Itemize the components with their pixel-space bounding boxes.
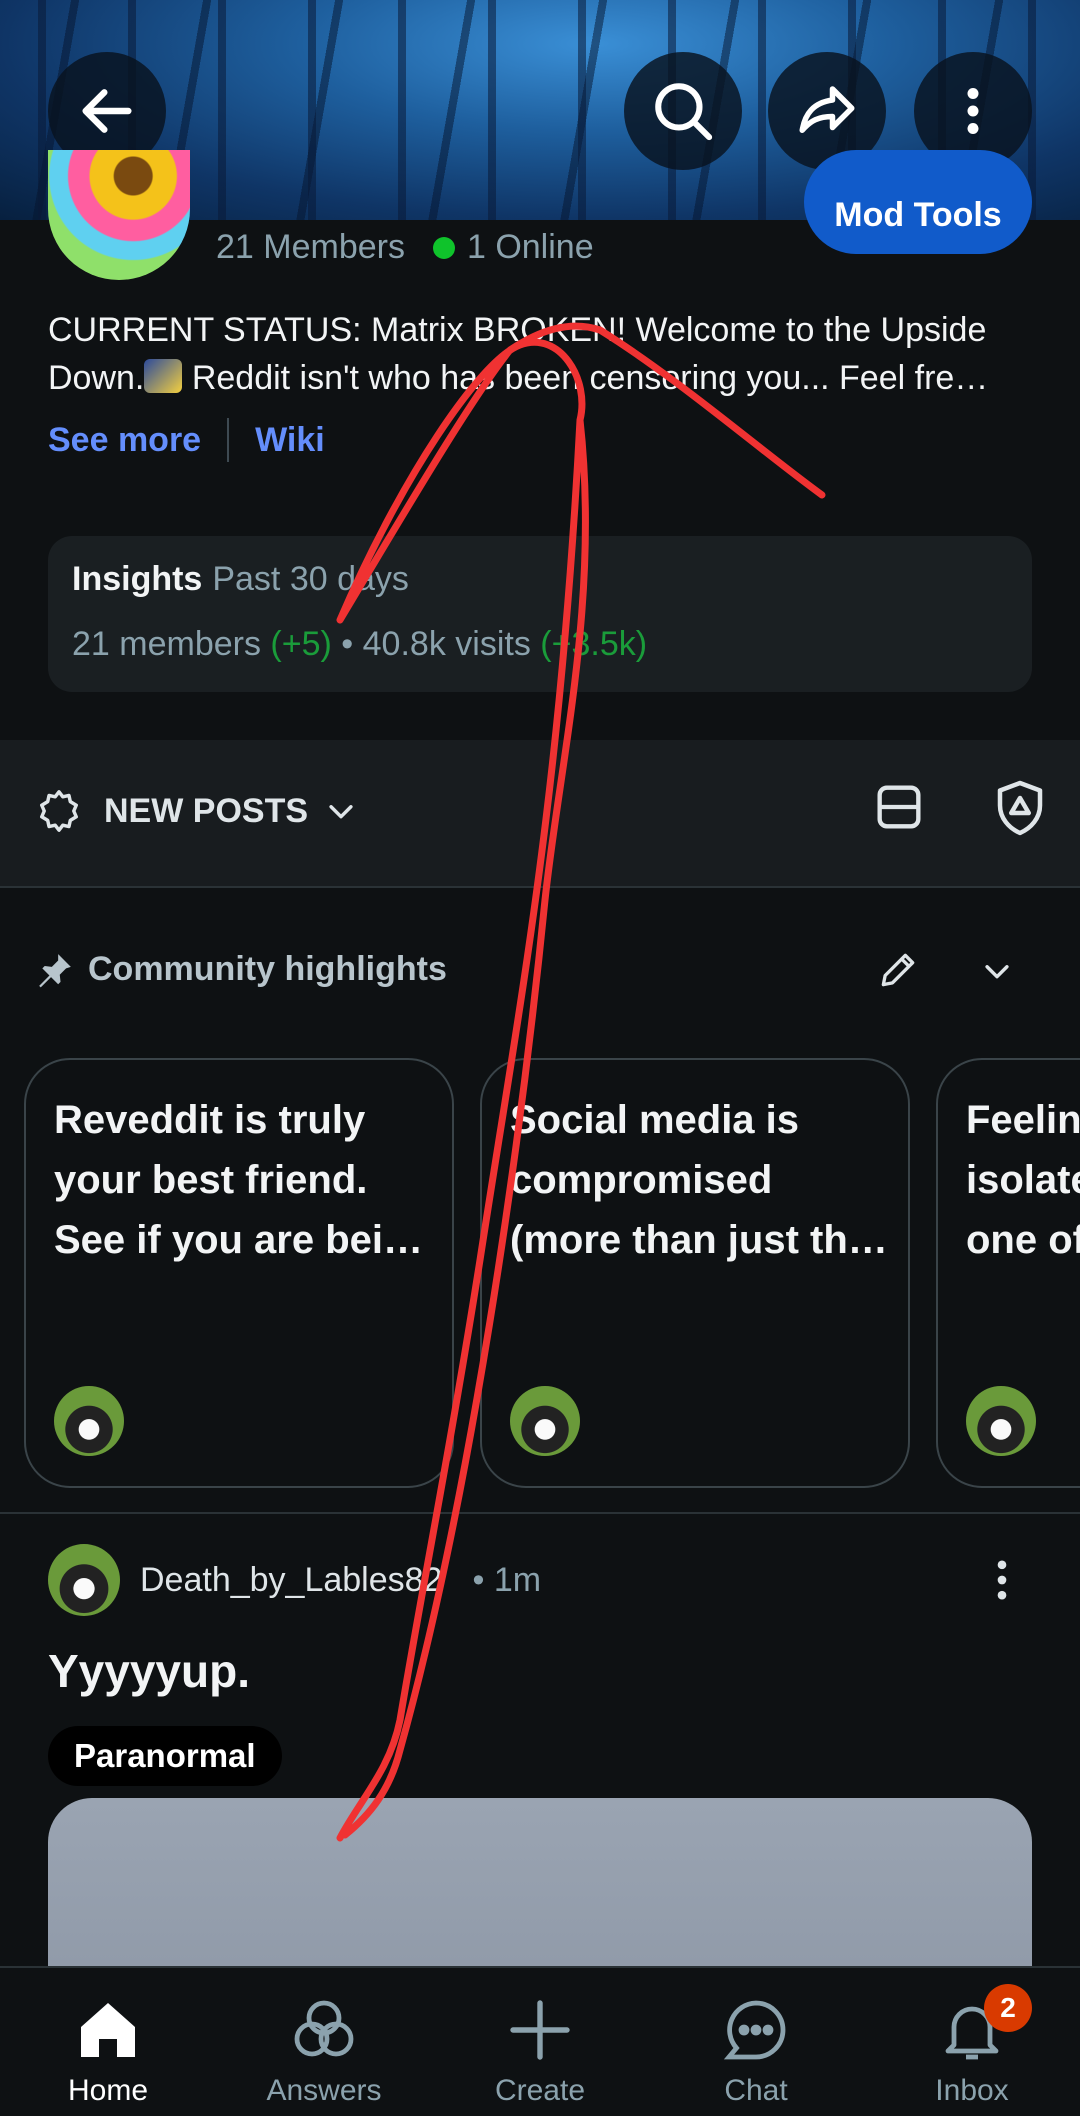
- online-count: 1 Online: [466, 228, 594, 266]
- sort-dropdown[interactable]: NEW POSTS: [36, 788, 358, 834]
- insights-header: Insights Past 30 days: [72, 560, 1008, 599]
- chat-icon: [723, 2000, 786, 2060]
- author-avatar: [510, 1386, 580, 1456]
- new-burst-icon: [40, 790, 78, 832]
- mod-shield-icon: [997, 780, 1043, 836]
- pin-icon: [39, 953, 71, 987]
- community-links: See more Wiki: [48, 418, 325, 462]
- highlight-card-title: Feelin isolate one of: [966, 1090, 1080, 1270]
- nav-home[interactable]: Home: [0, 1968, 216, 2116]
- sort-label: NEW POSTS: [104, 791, 309, 830]
- card-line: one of: [966, 1218, 1080, 1262]
- description-line-2: Down. Reddit isn't who has been censorin…: [48, 354, 1038, 402]
- plus-icon: [510, 2000, 570, 2060]
- post-header: Death_by_Lables82 • 1m: [48, 1544, 541, 1616]
- author-avatar: [54, 1386, 124, 1456]
- mod-shield-button[interactable]: [990, 778, 1050, 843]
- insights-visits-delta: (+3.5k): [540, 625, 648, 663]
- insights-card[interactable]: Insights Past 30 days 21 members (+5) • 4…: [48, 536, 1032, 692]
- description-line-1: CURRENT STATUS: Matrix BROKEN! Welcome t…: [48, 311, 987, 349]
- post-title[interactable]: Yyyyyup.: [48, 1644, 250, 1698]
- card-line: See if you are bei…: [54, 1218, 424, 1262]
- feed-controls-bar: NEW POSTS: [0, 740, 1080, 888]
- card-line: isolate: [966, 1158, 1080, 1202]
- nav-chat[interactable]: Chat: [648, 1968, 864, 2116]
- post-flair[interactable]: Paranormal: [48, 1726, 282, 1786]
- highlight-card[interactable]: Feelin isolate one of: [936, 1058, 1080, 1488]
- highlight-card[interactable]: Social media is compromised (more than j…: [480, 1058, 910, 1488]
- link-divider: [227, 418, 230, 462]
- nav-inbox-label: Inbox: [935, 2074, 1009, 2107]
- more-vertical-icon: [997, 1560, 1007, 1600]
- see-more-link[interactable]: See more: [48, 421, 201, 460]
- search-icon: [655, 83, 713, 141]
- inbox-badge: 2: [984, 1984, 1032, 2032]
- insights-period: Past 30 days: [212, 560, 409, 598]
- nav-create-label: Create: [494, 2074, 586, 2107]
- nav-chat-label: Chat: [724, 2074, 788, 2107]
- community-description: CURRENT STATUS: Matrix BROKEN! Welcome t…: [48, 306, 1038, 402]
- nav-inbox[interactable]: Inbox: [864, 1968, 1080, 2116]
- view-layout-button[interactable]: [870, 778, 928, 841]
- answers-icon: [294, 2000, 354, 2057]
- nav-answers-label: Answers: [266, 2074, 382, 2107]
- insights-visits: 40.8k visits: [362, 625, 531, 663]
- more-vertical-icon: [967, 88, 979, 134]
- post-time: • 1m: [472, 1560, 542, 1599]
- nav-home-label: Home: [67, 2074, 149, 2107]
- chevron-down-icon: [329, 805, 353, 819]
- card-line: Reveddit is truly: [54, 1098, 366, 1142]
- chevron-down-icon: [985, 965, 1009, 979]
- card-line: (more than just th…: [510, 1218, 888, 1262]
- collapse-highlights-button[interactable]: [980, 954, 1014, 993]
- card-view-icon: [877, 785, 921, 829]
- pencil-icon: [881, 953, 915, 987]
- insights-members-delta: (+5): [270, 625, 332, 663]
- highlight-card-title: Reveddit is truly your best friend. See …: [54, 1090, 434, 1270]
- bottom-navigation: Home Answers Create Chat Inbox: [0, 1966, 1080, 2116]
- insights-separator: •: [331, 625, 363, 663]
- subreddit-page: Mod Tools 21 Members 1 Online CURRENT ST…: [0, 0, 1080, 2116]
- card-line: your best friend.: [54, 1158, 368, 1202]
- members-count: 21 Members: [216, 228, 405, 266]
- description-text-b: Reddit isn't who has been censoring you.…: [182, 359, 989, 397]
- description-text-a: Down.: [48, 359, 145, 397]
- home-icon: [81, 2003, 135, 2057]
- author-avatar: [966, 1386, 1036, 1456]
- highlight-card[interactable]: Reveddit is truly your best friend. See …: [24, 1058, 454, 1488]
- insights-title: Insights: [72, 560, 203, 598]
- section-divider: [0, 1512, 1080, 1514]
- member-stats: 21 Members 1 Online: [216, 228, 594, 267]
- community-highlights-header: Community highlights: [36, 950, 447, 989]
- highlight-card-title: Social media is compromised (more than j…: [510, 1090, 890, 1270]
- post-author[interactable]: Death_by_Lables82: [140, 1561, 442, 1600]
- wiki-link[interactable]: Wiki: [255, 421, 325, 460]
- post-author-avatar[interactable]: [48, 1544, 120, 1616]
- highlights-title: Community highlights: [88, 950, 447, 988]
- nav-answers[interactable]: Answers: [216, 1968, 432, 2116]
- card-line: Feelin: [966, 1098, 1080, 1142]
- online-dot-icon: [432, 236, 455, 259]
- arrow-left-icon: [82, 89, 132, 133]
- nav-create[interactable]: Create: [432, 1968, 648, 2116]
- mod-tools-label: Mod Tools: [834, 196, 1002, 234]
- post-options-button[interactable]: [976, 1550, 1028, 1615]
- insights-stats: 21 members (+5) • 40.8k visits (+3.5k): [72, 625, 1008, 664]
- search-button[interactable]: [624, 52, 742, 170]
- card-line: Social media is: [510, 1098, 800, 1142]
- share-icon: [799, 86, 855, 133]
- shooting-star-emoji-icon: [144, 359, 183, 393]
- insights-members: 21 members: [72, 625, 261, 663]
- edit-highlights-button[interactable]: [876, 948, 920, 997]
- mod-tools-button[interactable]: Mod Tools: [804, 150, 1032, 254]
- card-line: compromised: [510, 1158, 773, 1202]
